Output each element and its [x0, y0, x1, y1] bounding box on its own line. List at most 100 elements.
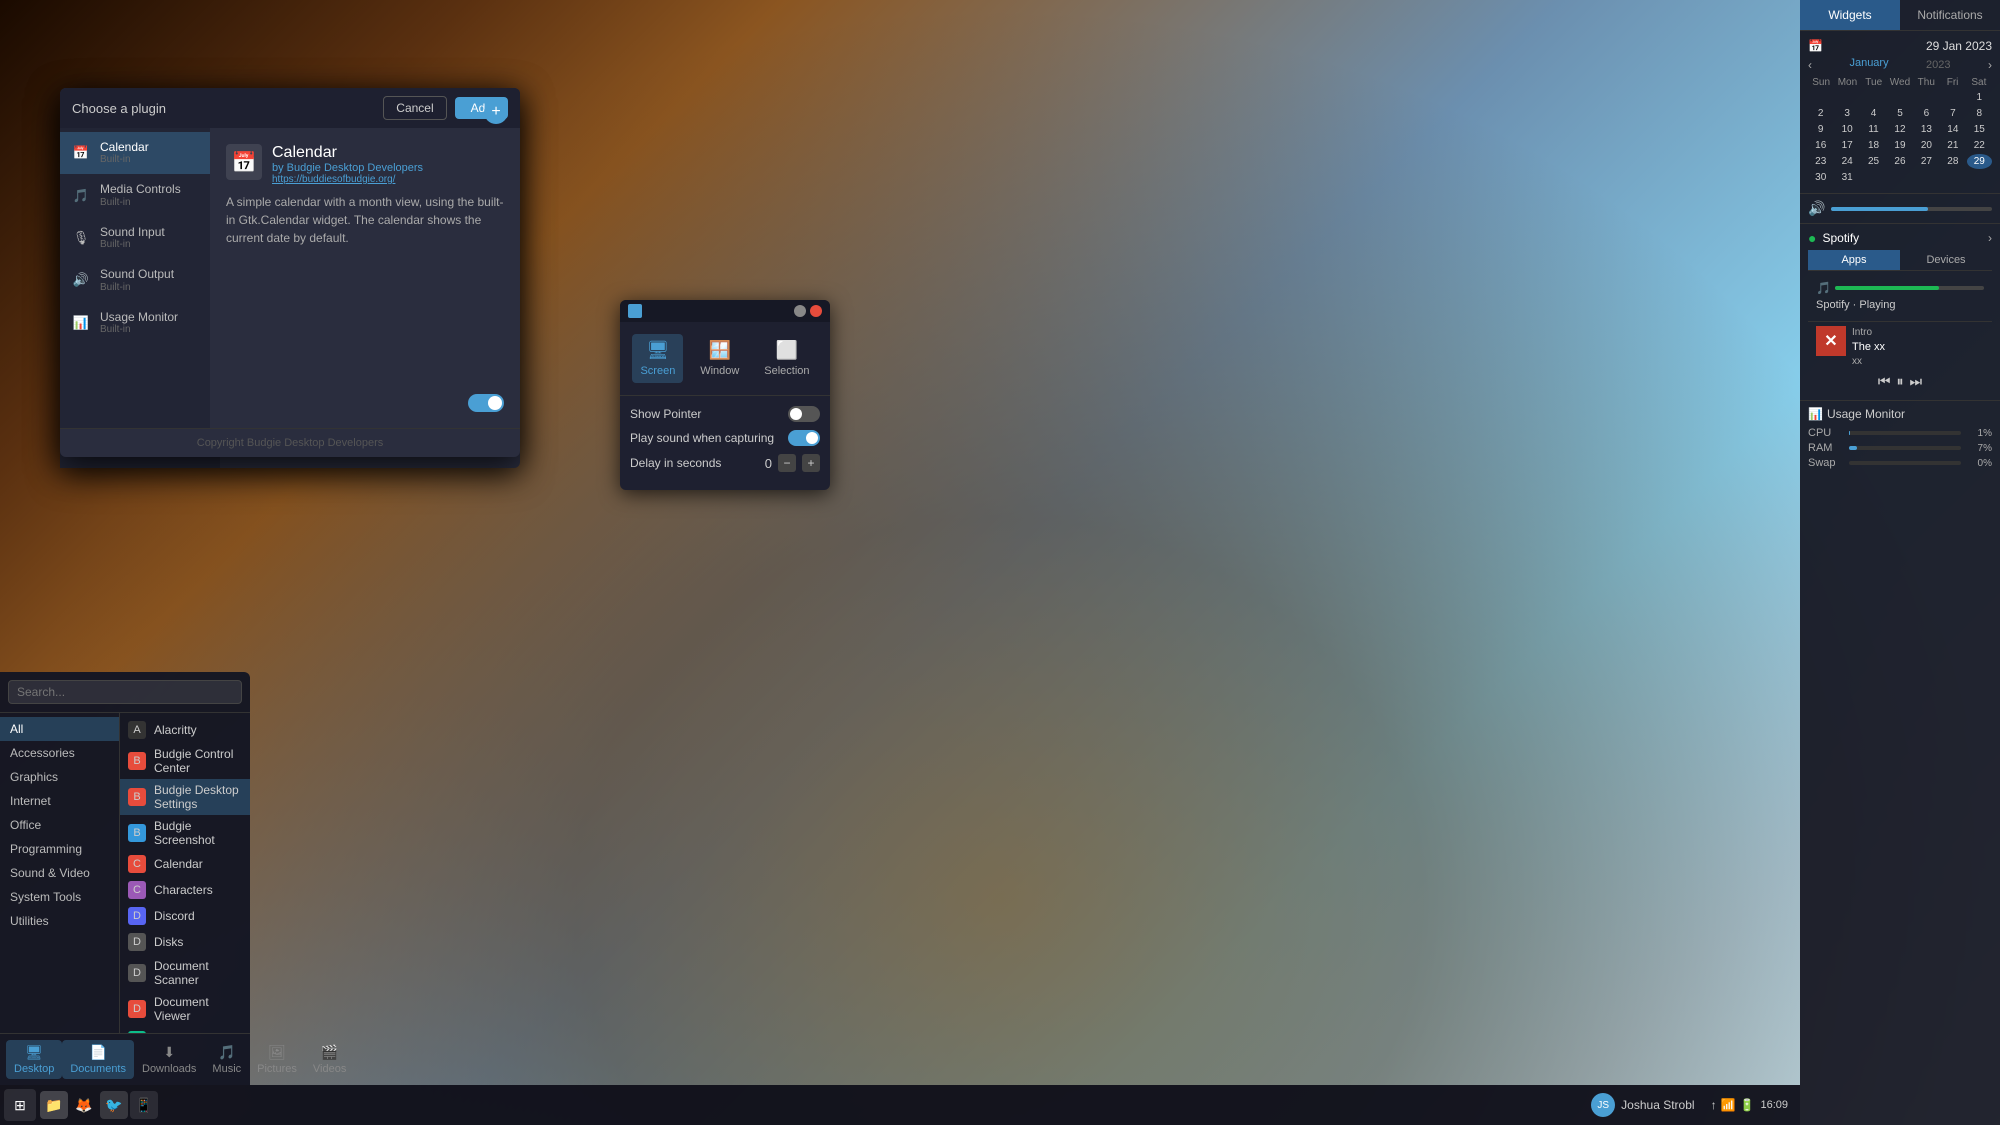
cal-day[interactable]: 26: [1887, 154, 1912, 169]
cal-day[interactable]: 19: [1887, 138, 1912, 153]
cal-day[interactable]: 23: [1808, 154, 1833, 169]
cal-day[interactable]: 13: [1914, 122, 1939, 137]
cal-day[interactable]: 9: [1808, 122, 1833, 137]
cal-day[interactable]: 7: [1940, 106, 1965, 121]
cal-day[interactable]: 12: [1887, 122, 1912, 137]
cat-graphics[interactable]: Graphics: [0, 765, 119, 789]
volume-slider[interactable]: [1831, 207, 1992, 211]
menu-app-item[interactable]: AAlacritty: [120, 717, 250, 743]
cal-day[interactable]: 22: [1967, 138, 1992, 153]
footer-videos[interactable]: 🎬 Videos: [305, 1040, 354, 1079]
sc-minimize-btn[interactable]: [794, 305, 806, 317]
menu-app-item[interactable]: BBudgie Control Center: [120, 743, 250, 779]
cal-day[interactable]: 25: [1861, 154, 1886, 169]
cal-day[interactable]: 28: [1940, 154, 1965, 169]
cal-day[interactable]: 8: [1967, 106, 1992, 121]
footer-downloads[interactable]: ⬇ Downloads: [134, 1040, 204, 1079]
taskbar-icon-files[interactable]: 📁: [40, 1091, 68, 1119]
cal-day[interactable]: 17: [1834, 138, 1859, 153]
tab-apps[interactable]: Apps: [1808, 250, 1900, 270]
taskbar-start-button[interactable]: ⊞: [4, 1089, 36, 1121]
cal-day[interactable]: 24: [1834, 154, 1859, 169]
prev-button[interactable]: ⏮: [1878, 373, 1891, 390]
plugin-detail-desc: A simple calendar with a month view, usi…: [226, 193, 504, 247]
tab-devices[interactable]: Devices: [1900, 250, 1992, 270]
cal-day[interactable]: 14: [1940, 122, 1965, 137]
show-pointer-toggle[interactable]: [788, 406, 820, 422]
cat-office[interactable]: Office: [0, 813, 119, 837]
footer-desktop[interactable]: 🖥 Desktop: [6, 1040, 62, 1079]
delay-decrease-btn[interactable]: −: [778, 454, 796, 472]
app-icon: C: [128, 855, 146, 873]
swap-bar: [1849, 461, 1961, 465]
cal-day[interactable]: 3: [1834, 106, 1859, 121]
taskbar: ⊞ 📁 🦊 🐦 📱 JS Joshua Strobl ↑ 📶 🔋 16:09: [0, 1085, 1800, 1125]
cal-day[interactable]: 4: [1861, 106, 1886, 121]
menu-app-item[interactable]: BBudgie Screenshot: [120, 815, 250, 851]
footer-pictures[interactable]: 🖼 Pictures: [249, 1040, 305, 1079]
calendar-next[interactable]: ›: [1988, 58, 1992, 72]
sc-mode-window[interactable]: 🪟 Window: [692, 334, 747, 383]
cat-system-tools[interactable]: System Tools: [0, 885, 119, 909]
search-input[interactable]: [8, 680, 242, 704]
cat-utilities[interactable]: Utilities: [0, 909, 119, 933]
sc-mode-selection[interactable]: ⬜ Selection: [756, 334, 817, 383]
plugin-enable-toggle[interactable]: [468, 394, 504, 412]
next-button[interactable]: ⏭: [1910, 373, 1923, 390]
plugin-media-controls[interactable]: 🎵 Media Controls Built-in: [60, 174, 210, 216]
cal-day[interactable]: 16: [1808, 138, 1833, 153]
plugin-usage-monitor[interactable]: 📊 Usage Monitor Built-in: [60, 302, 210, 344]
footer-documents[interactable]: 📄 Documents: [62, 1040, 134, 1079]
plugin-detail-url[interactable]: https://buddiesofbudgie.org/: [272, 174, 423, 185]
playback-vol-slider[interactable]: [1835, 286, 1984, 290]
plugin-calendar[interactable]: 📅 Calendar Built-in: [60, 132, 210, 174]
cal-day[interactable]: 27: [1914, 154, 1939, 169]
taskbar-icon-budgie[interactable]: 🐦: [100, 1091, 128, 1119]
menu-app-item[interactable]: DDocument Viewer: [120, 991, 250, 1027]
sc-mode-screen[interactable]: 🖥 Screen: [632, 334, 683, 383]
tab-notifications[interactable]: Notifications: [1900, 0, 2000, 30]
plugin-sound-output[interactable]: 🔊 Sound Output Built-in: [60, 259, 210, 301]
plugin-add-floating-btn[interactable]: +: [484, 100, 508, 124]
cat-accessories[interactable]: Accessories: [0, 741, 119, 765]
pause-button[interactable]: ⏸: [1897, 373, 1904, 390]
cal-day[interactable]: 10: [1834, 122, 1859, 137]
cat-internet[interactable]: Internet: [0, 789, 119, 813]
cat-all[interactable]: All: [0, 717, 119, 741]
menu-app-item[interactable]: BBudgie Desktop Settings: [120, 779, 250, 815]
cal-day[interactable]: 21: [1940, 138, 1965, 153]
cancel-button[interactable]: Cancel: [383, 96, 446, 120]
cat-programming[interactable]: Programming: [0, 837, 119, 861]
menu-app-item[interactable]: CCharacters: [120, 877, 250, 903]
app-label: Alacritty: [154, 723, 197, 737]
sound-input-info: Sound Input Built-in: [100, 225, 165, 251]
taskbar-icon-firefox[interactable]: 🦊: [70, 1091, 98, 1119]
cal-day[interactable]: 11: [1861, 122, 1886, 137]
delay-increase-btn[interactable]: +: [802, 454, 820, 472]
menu-app-item[interactable]: DDisks: [120, 929, 250, 955]
cal-day[interactable]: 31: [1834, 170, 1859, 185]
cal-day[interactable]: 29: [1967, 154, 1992, 169]
menu-app-item[interactable]: DDocument Scanner: [120, 955, 250, 991]
cal-day[interactable]: 1: [1967, 90, 1992, 105]
sc-close-btn[interactable]: [810, 305, 822, 317]
cal-day[interactable]: 2: [1808, 106, 1833, 121]
tab-widgets[interactable]: Widgets: [1800, 0, 1900, 30]
calendar-prev[interactable]: ‹: [1808, 58, 1812, 72]
menu-app-item[interactable]: DDiscord: [120, 903, 250, 929]
cal-day[interactable]: 20: [1914, 138, 1939, 153]
cat-sound-video[interactable]: Sound & Video: [0, 861, 119, 885]
taskbar-icon-extra1[interactable]: 📱: [130, 1091, 158, 1119]
cal-day[interactable]: 15: [1967, 122, 1992, 137]
cal-day[interactable]: 18: [1861, 138, 1886, 153]
play-sound-toggle[interactable]: [788, 430, 820, 446]
footer-music[interactable]: 🎵 Music: [204, 1040, 249, 1079]
cal-day[interactable]: 30: [1808, 170, 1833, 185]
spotify-expand[interactable]: ›: [1988, 231, 1992, 245]
tray-icon-2: 📶: [1721, 1098, 1736, 1112]
cal-day[interactable]: 5: [1887, 106, 1912, 121]
menu-app-item[interactable]: CCalendar: [120, 851, 250, 877]
panel-tabs: Widgets Notifications: [1800, 0, 2000, 31]
cal-day[interactable]: 6: [1914, 106, 1939, 121]
plugin-sound-input[interactable]: 🎙 Sound Input Built-in: [60, 217, 210, 259]
